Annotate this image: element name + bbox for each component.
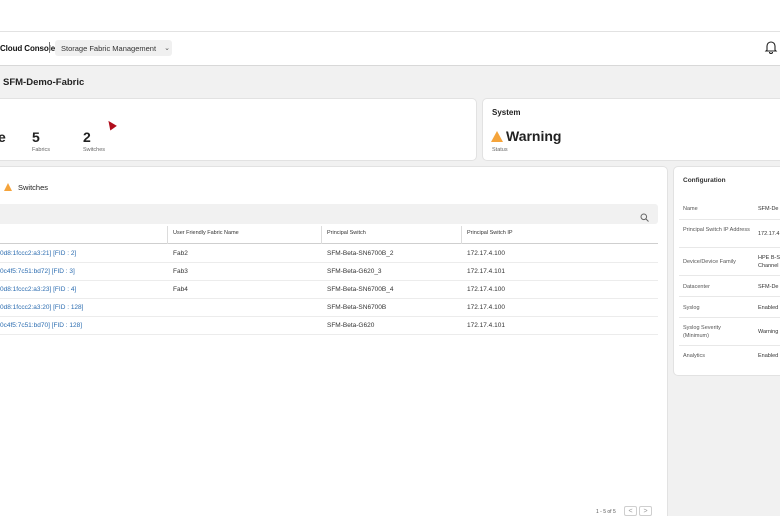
config-value: Warning — [758, 329, 779, 335]
fabric-id-link[interactable]: 0c4f5:7c51:bd72] [FID : 3] — [0, 268, 75, 275]
config-key: Syslog — [683, 305, 700, 311]
fabric-id-link[interactable]: 0d8:1fccc2:a3:23] [FID : 4] — [0, 286, 76, 293]
principal-switch-cell: SFM-Beta-SN6700B_2 — [327, 250, 394, 257]
system-label: System — [492, 108, 521, 117]
config-key: Device/Device Family — [683, 259, 736, 265]
config-key: Datacenter — [683, 284, 710, 290]
fabric-id-link[interactable]: 0c4f5:7c51:bd70] [FID : 128] — [0, 322, 82, 329]
principal-switch-cell: SFM-Beta-G620 — [327, 322, 375, 329]
config-value: Enabled — [758, 305, 779, 311]
fabrics-count: 5 — [32, 129, 40, 145]
search-icon[interactable] — [640, 209, 649, 222]
warning-icon — [491, 131, 503, 142]
fabric-id-link[interactable]: 0d8:1fccc2:a3:20] [FID : 128] — [0, 304, 83, 311]
fabric-name-cell: Fab3 — [173, 268, 188, 275]
config-value: 172.17.4 — [758, 231, 780, 237]
switches-title: Switches — [18, 183, 49, 192]
app-switcher-label: Storage Fabric Management — [61, 43, 157, 53]
top-strip — [0, 0, 780, 31]
principal-switch-ip-cell: 172.17.4.101 — [467, 322, 505, 329]
principal-switch-cell: SFM-Beta-SN6700B — [327, 304, 387, 311]
page-title: SFM-Demo-Fabric — [3, 77, 85, 88]
switches-count: 2 — [83, 129, 91, 145]
config-value: SFM-De — [758, 284, 779, 290]
config-value: SFM-De — [758, 206, 779, 212]
principal-switch-ip-cell: 172.17.4.100 — [467, 304, 505, 311]
principal-switch-ip-cell: 172.17.4.101 — [467, 268, 505, 275]
column-header-principal-switch-ip[interactable]: Principal Switch IP — [467, 230, 513, 236]
principal-switch-cell: SFM-Beta-SN6700B_4 — [327, 286, 394, 293]
column-header-principal-switch[interactable]: Principal Switch — [327, 230, 366, 236]
config-value: Enabled — [758, 353, 779, 359]
bell-icon[interactable] — [764, 40, 778, 54]
config-value: HPE B-S Channel — [758, 255, 780, 269]
config-key: Analytics — [683, 353, 706, 359]
config-key: Name — [683, 206, 698, 212]
fabric-name-cell: Fab4 — [173, 286, 188, 293]
search-input[interactable] — [0, 204, 658, 224]
principal-switch-ip-cell: 172.17.4.100 — [467, 250, 505, 257]
switches-label: Switches — [83, 147, 106, 153]
configuration-title: Configuration — [683, 177, 726, 184]
config-divider — [679, 345, 780, 346]
column-divider — [167, 226, 168, 244]
config-divider — [679, 247, 780, 248]
brand-divider — [49, 42, 50, 53]
fabric-id-link[interactable]: 0d8:1fccc2:a3:21] [FID : 2] — [0, 250, 76, 257]
column-divider — [461, 226, 462, 244]
partial-stat-value: e — [0, 129, 6, 145]
pagination-next-button[interactable]: > — [639, 506, 652, 516]
app-switcher-button[interactable]: Storage Fabric Management ⌄ — [55, 40, 172, 56]
pagination-prev-button[interactable]: < — [624, 506, 637, 516]
config-divider — [679, 296, 780, 297]
chevron-left-icon: < — [628, 507, 633, 515]
column-header-fabric-name[interactable]: User Friendly Fabric Name — [173, 230, 239, 236]
chevron-right-icon: > — [643, 507, 648, 515]
pagination-summary: 1 - 5 of 5 — [596, 509, 616, 515]
brand-label[interactable]: Cloud Console — [0, 44, 55, 53]
fabrics-label: Fabrics — [32, 147, 51, 153]
fabric-name-cell: Fab2 — [173, 250, 188, 257]
principal-switch-ip-cell: 172.17.4.100 — [467, 286, 505, 293]
summary-card — [0, 98, 477, 161]
config-divider — [679, 317, 780, 318]
config-key: Syslog Severity (Minimum) — [683, 325, 721, 339]
system-status-label: Status — [492, 147, 508, 153]
switches-warning-icon — [4, 183, 12, 191]
column-divider — [321, 226, 322, 244]
config-divider — [679, 219, 780, 220]
chevron-down-icon: ⌄ — [164, 45, 170, 52]
config-divider — [679, 275, 780, 276]
system-status-value: Warning — [506, 128, 562, 144]
config-key: Principal Switch IP Address — [683, 227, 750, 233]
principal-switch-cell: SFM-Beta-G620_3 — [327, 268, 382, 275]
